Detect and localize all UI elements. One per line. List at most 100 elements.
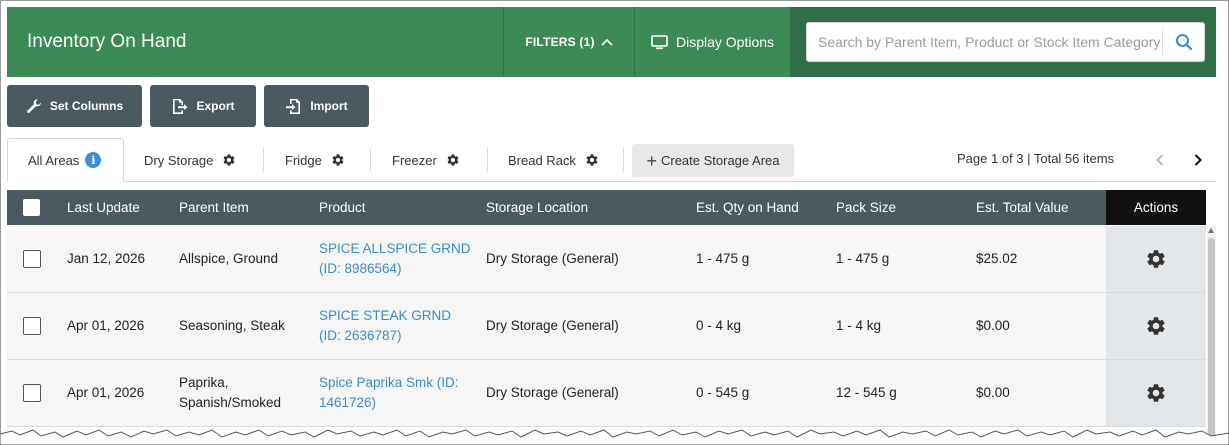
page-title: Inventory On Hand: [27, 31, 187, 52]
export-icon: [173, 98, 188, 114]
gear-icon: [1145, 315, 1167, 337]
table-scrollbar[interactable]: [1207, 226, 1216, 445]
import-label: Import: [310, 99, 348, 113]
pager-prev-button[interactable]: [1150, 148, 1170, 172]
cell-total-value: $0.00: [976, 318, 1010, 333]
cell-product: SPICE STEAK GRND (ID: 2636787): [319, 293, 479, 359]
torn-edge: [0, 429, 1229, 445]
cell-total-value: $0.00: [976, 385, 1010, 400]
cell-last-update: Apr 01, 2026: [67, 385, 145, 400]
search-button[interactable]: [1163, 23, 1205, 61]
search-icon: [1176, 34, 1193, 51]
cell-parent-item: Paprika, Spanish/Smoked: [179, 360, 309, 426]
product-id: 1461726): [319, 395, 377, 410]
cell-total-value: $25.02: [976, 251, 1018, 266]
row-checkbox[interactable]: [23, 317, 41, 335]
tab-freezer[interactable]: Freezer: [392, 138, 460, 182]
cell-parent-item: Allspice, Ground: [179, 251, 279, 266]
column-header-est-qty[interactable]: Est. Qty on Hand: [696, 190, 799, 225]
column-header-pack-size[interactable]: Pack Size: [836, 190, 896, 225]
filters-toggle[interactable]: FILTERS (1): [504, 7, 634, 77]
create-storage-area-label: Create Storage Area: [660, 153, 780, 168]
row-checkbox[interactable]: [23, 250, 41, 268]
export-button[interactable]: Export: [150, 85, 256, 127]
column-header-actions: Actions: [1106, 190, 1206, 225]
search-box: [806, 22, 1205, 62]
gear-icon[interactable]: [446, 153, 460, 167]
search-input[interactable]: [807, 23, 1163, 61]
gear-icon[interactable]: [585, 153, 599, 167]
product-link[interactable]: Spice Paprika Smk (ID: 1461726): [319, 373, 459, 413]
cell-last-update: Apr 01, 2026: [67, 318, 145, 333]
gear-icon[interactable]: [222, 153, 236, 167]
chevron-left-icon: [1156, 154, 1164, 166]
scrollbar-thumb[interactable]: [1208, 238, 1215, 443]
product-id: (ID: 2636787): [319, 328, 402, 343]
table-row: Apr 01, 2026 Paprika, Spanish/Smoked Spi…: [7, 360, 1206, 427]
tab-divider: [370, 148, 371, 172]
filters-label: FILTERS (1): [525, 35, 595, 49]
set-columns-label: Set Columns: [49, 99, 124, 113]
display-options-button[interactable]: Display Options: [635, 7, 790, 77]
row-checkbox[interactable]: [23, 384, 41, 402]
wrench-icon: [27, 99, 41, 113]
parent-item-line: Spanish/Smoked: [179, 395, 282, 410]
product-name: Spice Paprika Smk (ID:: [319, 375, 459, 390]
gear-icon: [1145, 382, 1167, 404]
cell-pack-size: 1 - 4 kg: [836, 318, 882, 333]
tab-label: Freezer: [392, 152, 437, 168]
display-options-label: Display Options: [675, 34, 775, 50]
product-name: SPICE ALLSPICE GRND: [319, 241, 471, 256]
product-name: SPICE STEAK GRND: [319, 308, 452, 323]
tab-divider: [263, 148, 264, 172]
parent-item-line: Paprika,: [179, 375, 229, 390]
column-header-last-update[interactable]: Last Update: [67, 190, 140, 225]
set-columns-button[interactable]: Set Columns: [7, 85, 142, 127]
product-id: (ID: 8986564): [319, 261, 402, 276]
pager-summary: Page 1 of 3 | Total 56 items: [957, 151, 1115, 166]
gear-icon[interactable]: [331, 153, 345, 167]
plus-icon: +: [646, 150, 657, 171]
row-actions-button[interactable]: [1106, 293, 1206, 359]
pager-next-button[interactable]: [1188, 148, 1208, 172]
select-all-checkbox[interactable]: [23, 199, 40, 216]
monitor-icon: [651, 34, 668, 49]
cell-product: SPICE ALLSPICE GRND (ID: 8986564): [319, 226, 479, 292]
column-header-storage-location[interactable]: Storage Location: [486, 190, 588, 225]
cell-pack-size: 1 - 475 g: [836, 251, 890, 266]
tab-divider: [623, 148, 624, 172]
column-header-product[interactable]: Product: [319, 190, 366, 225]
chevron-right-icon: [1194, 154, 1202, 166]
import-button[interactable]: Import: [264, 85, 369, 127]
cell-qty-on-hand: 0 - 545 g: [696, 385, 750, 400]
tab-fridge[interactable]: Fridge: [285, 138, 345, 182]
info-icon[interactable]: i: [85, 152, 102, 168]
chevron-up-icon: [601, 38, 613, 46]
row-actions-button[interactable]: [1106, 226, 1206, 292]
tab-label: Bread Rack: [508, 152, 576, 168]
tab-divider: [487, 148, 488, 172]
tab-label: Fridge: [285, 152, 322, 168]
cell-last-update: Jan 12, 2026: [67, 251, 146, 266]
table-row: Jan 12, 2026 Allspice, Ground SPICE ALLS…: [7, 226, 1206, 293]
create-storage-area-button[interactable]: + Create Storage Area: [632, 144, 794, 177]
tab-label: All Areas: [28, 152, 80, 168]
table-header: Last Update Parent Item Product Storage …: [7, 190, 1206, 225]
import-icon: [286, 98, 301, 114]
gear-icon: [1145, 248, 1167, 270]
column-header-parent-item[interactable]: Parent Item: [179, 190, 249, 225]
column-header-est-total-value[interactable]: Est. Total Value: [976, 190, 1069, 225]
cell-pack-size: 12 - 545 g: [836, 385, 897, 400]
tab-all-areas[interactable]: All Areas i: [7, 138, 124, 182]
tab-dry-storage[interactable]: Dry Storage: [144, 138, 236, 182]
row-actions-button[interactable]: [1106, 360, 1206, 426]
tab-bread-rack[interactable]: Bread Rack: [508, 138, 599, 182]
cell-parent-item: Seasoning, Steak: [179, 318, 285, 333]
export-label: Export: [196, 99, 235, 113]
product-link[interactable]: SPICE STEAK GRND (ID: 2636787): [319, 306, 451, 346]
scroll-up-arrow[interactable]: [1208, 228, 1214, 233]
table-row: Apr 01, 2026 Seasoning, Steak SPICE STEA…: [7, 293, 1206, 360]
product-link[interactable]: SPICE ALLSPICE GRND (ID: 8986564): [319, 239, 471, 279]
cell-storage-location: Dry Storage (General): [486, 251, 619, 266]
page-header: Inventory On Hand FILTERS (1) Display Op…: [7, 7, 1216, 77]
